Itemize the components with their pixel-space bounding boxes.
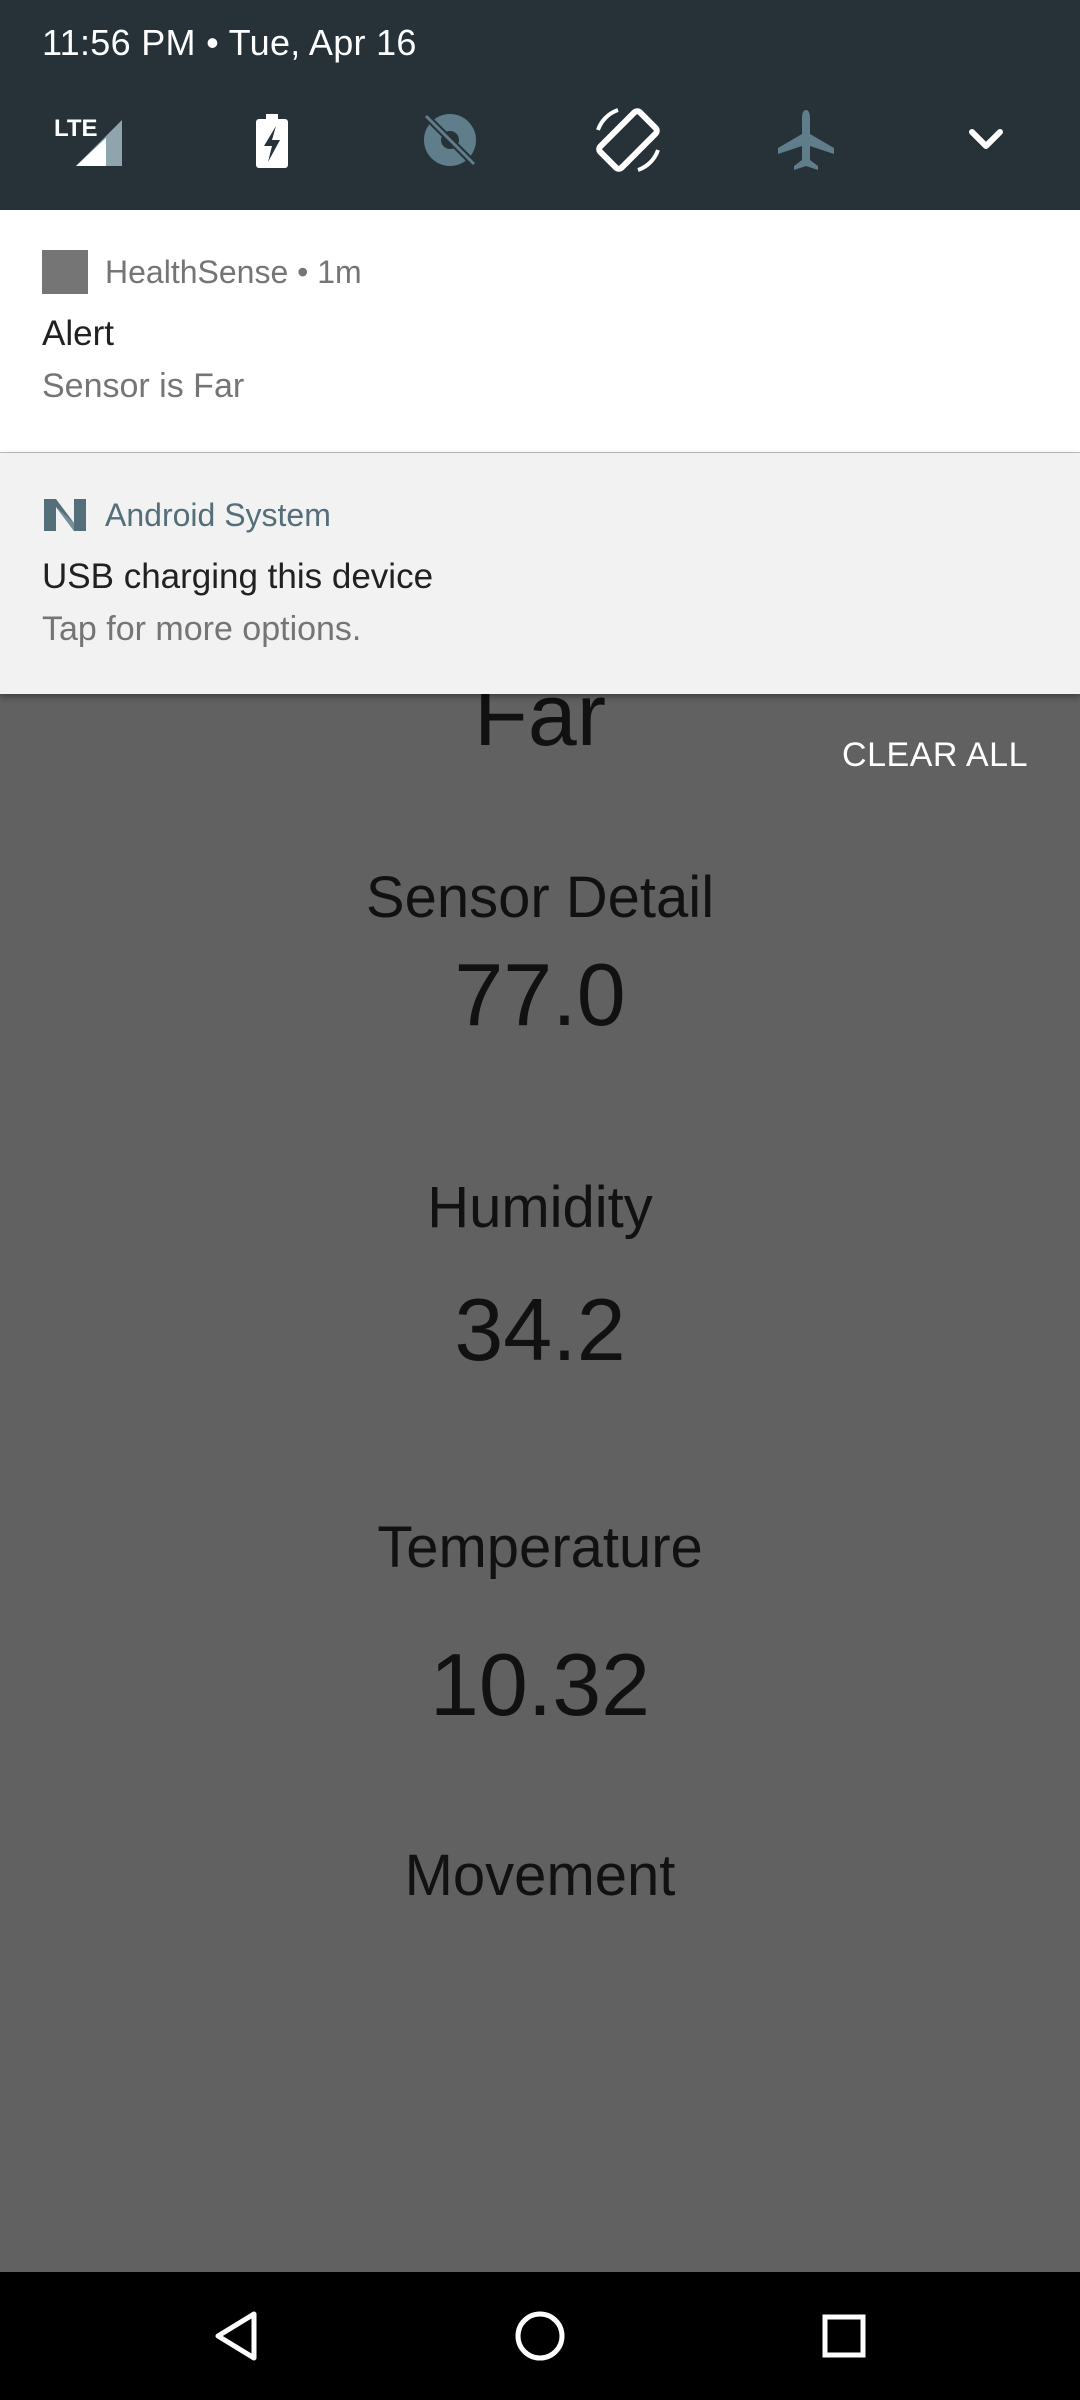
temperature-label: Temperature: [377, 1515, 703, 1580]
humidity-value: 34.2: [454, 1280, 626, 1379]
sensor-detail-label: Sensor Detail: [365, 865, 715, 930]
notification-app-name: Android System: [105, 497, 331, 533]
expand-chevron-icon[interactable]: [946, 100, 1026, 180]
clear-all-button[interactable]: CLEAR ALL: [842, 736, 1028, 775]
notification-app-name: HealthSense • 1m: [105, 254, 362, 290]
notification-healthsense[interactable]: HealthSense • 1m Alert Sensor is Far: [0, 210, 1080, 453]
home-icon[interactable]: [500, 2296, 580, 2376]
temperature-value: 10.32: [429, 1635, 651, 1734]
sensor-detail-value: 77.0: [454, 945, 626, 1044]
location-off-icon[interactable]: [410, 100, 490, 180]
battery-charging-icon[interactable]: [232, 100, 312, 180]
airplane-mode-icon[interactable]: [766, 100, 846, 180]
recents-icon[interactable]: [804, 2296, 884, 2376]
lte-signal-icon[interactable]: LTE: [48, 100, 128, 180]
notification-title: Alert: [42, 314, 114, 353]
svg-text:LTE: LTE: [54, 115, 98, 142]
app-content-dimmed: Far Sensor Detail 77.0 Humidity 34.2 Tem…: [0, 694, 1080, 2272]
humidity-label: Humidity: [427, 1175, 653, 1240]
notification-android-system[interactable]: Android System USB charging this device …: [0, 453, 1080, 694]
notification-title: USB charging this device: [42, 557, 434, 596]
notification-text: Sensor is Far: [42, 367, 245, 405]
quick-settings-tiles: LTE: [0, 100, 1080, 180]
navigation-bar: [0, 2272, 1080, 2400]
date-time: 11:56 PM • Tue, Apr 16: [42, 22, 417, 63]
android-system-icon: [42, 493, 88, 537]
quick-settings-header: 11:56 PM • Tue, Apr 16 LTE: [0, 0, 1080, 210]
movement-label: Movement: [404, 1843, 676, 1908]
healthsense-app-icon: [42, 250, 88, 294]
notification-text: Tap for more options.: [42, 610, 362, 648]
auto-rotate-icon[interactable]: [588, 100, 668, 180]
back-icon[interactable]: [196, 2296, 276, 2376]
